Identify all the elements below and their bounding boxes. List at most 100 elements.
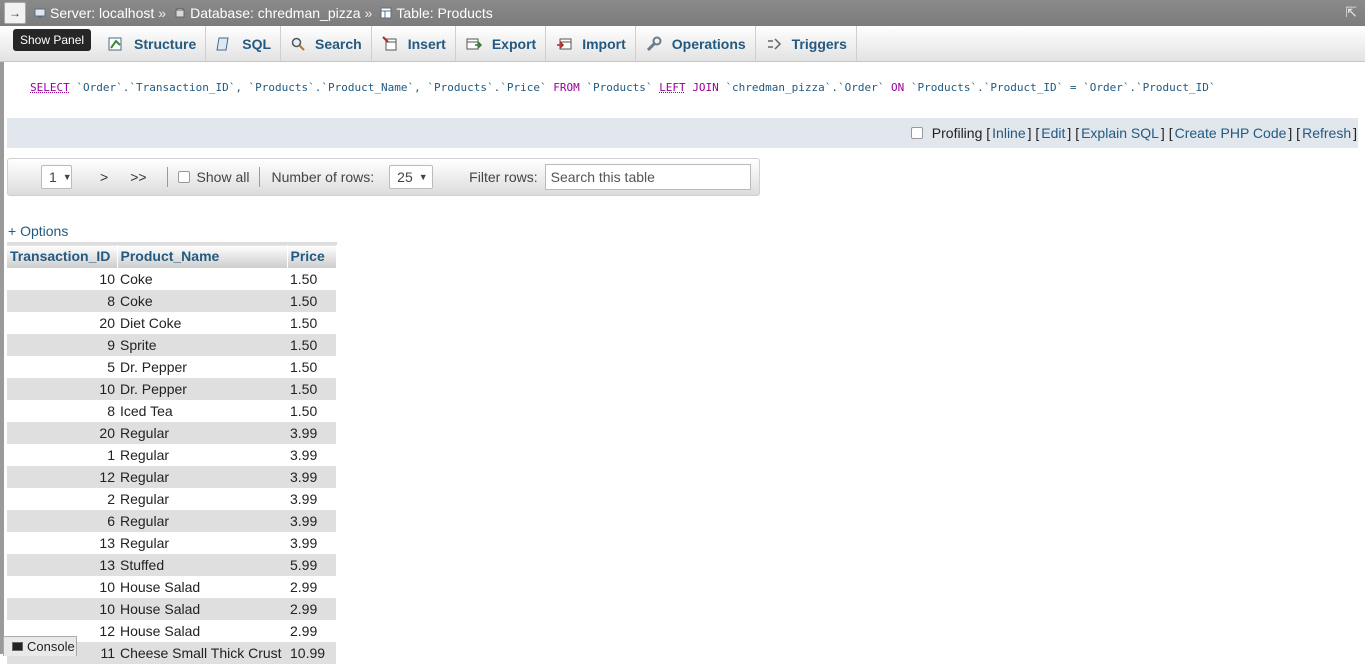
cell-transaction-id[interactable]: 6 bbox=[7, 509, 117, 532]
options-link[interactable]: + Options bbox=[8, 223, 68, 239]
cell-transaction-id[interactable]: 8 bbox=[7, 399, 117, 422]
cell-price[interactable]: 2.99 bbox=[287, 597, 336, 620]
cell-transaction-id[interactable]: 10 bbox=[7, 377, 117, 400]
cell-transaction-id[interactable]: 10 bbox=[7, 267, 117, 290]
cell-transaction-id[interactable]: 13 bbox=[7, 553, 117, 576]
filter-rows-input[interactable]: Search this table bbox=[544, 164, 751, 190]
cell-transaction-id[interactable]: 10 bbox=[7, 597, 117, 620]
cell-price[interactable]: 3.99 bbox=[287, 443, 336, 466]
tab-search[interactable]: Search bbox=[281, 26, 372, 61]
table-row[interactable]: 13 Regular 3.99 bbox=[7, 531, 336, 554]
table-row[interactable]: 20 Diet Coke 1.50 bbox=[7, 311, 336, 334]
nav-toggle-button[interactable]: → bbox=[4, 2, 26, 24]
table-row[interactable]: 13 Stuffed 5.99 bbox=[7, 553, 336, 576]
cell-price[interactable]: 1.50 bbox=[287, 311, 336, 334]
cell-transaction-id[interactable]: 12 bbox=[7, 465, 117, 488]
cell-price[interactable]: 1.50 bbox=[287, 333, 336, 356]
tab-import[interactable]: Import bbox=[546, 26, 636, 61]
table-row[interactable]: 8 Iced Tea 1.50 bbox=[7, 399, 336, 422]
cell-price[interactable]: 5.99 bbox=[287, 553, 336, 576]
cell-transaction-id[interactable]: 20 bbox=[7, 421, 117, 444]
table-row[interactable]: 10 Dr. Pepper 1.50 bbox=[7, 377, 336, 400]
cell-product-name[interactable]: Regular bbox=[117, 487, 287, 510]
cell-transaction-id[interactable]: 9 bbox=[7, 333, 117, 356]
cell-product-name[interactable]: House Salad bbox=[117, 619, 287, 642]
table-row[interactable]: 12 Regular 3.99 bbox=[7, 465, 336, 488]
tab-export[interactable]: Export bbox=[456, 26, 547, 61]
cell-product-name[interactable]: Coke bbox=[117, 289, 287, 312]
tab-triggers[interactable]: Triggers bbox=[756, 26, 857, 61]
cell-price[interactable]: 3.99 bbox=[287, 509, 336, 532]
explain-sql-link[interactable]: Explain SQL bbox=[1081, 125, 1159, 141]
cell-transaction-id[interactable]: 10 bbox=[7, 575, 117, 598]
console-button[interactable]: Console bbox=[3, 636, 77, 656]
cell-price[interactable]: 3.99 bbox=[287, 465, 336, 488]
table-row[interactable]: 1 Regular 3.99 bbox=[7, 443, 336, 466]
cell-product-name[interactable]: Regular bbox=[117, 531, 287, 554]
edit-link[interactable]: Edit bbox=[1041, 125, 1065, 141]
cell-price[interactable]: 1.50 bbox=[287, 289, 336, 312]
cell-price[interactable]: 3.99 bbox=[287, 487, 336, 510]
cell-product-name[interactable]: House Salad bbox=[117, 597, 287, 620]
cell-price[interactable]: 1.50 bbox=[287, 377, 336, 400]
breadcrumb-database[interactable]: Database: chredman_pizza bbox=[174, 5, 361, 21]
last-page-button[interactable]: >> bbox=[130, 169, 146, 185]
cell-price[interactable]: 1.50 bbox=[287, 355, 336, 378]
cell-price[interactable]: 3.99 bbox=[287, 531, 336, 554]
cell-product-name[interactable]: Stuffed bbox=[117, 553, 287, 576]
tab-structure[interactable]: Structure bbox=[98, 26, 207, 61]
cell-product-name[interactable]: Regular bbox=[117, 421, 287, 444]
cell-product-name[interactable]: Sprite bbox=[117, 333, 287, 356]
cell-transaction-id[interactable]: 5 bbox=[7, 355, 117, 378]
profiling-checkbox[interactable] bbox=[910, 127, 923, 139]
cell-transaction-id[interactable]: 20 bbox=[7, 311, 117, 334]
cell-product-name[interactable]: House Salad bbox=[117, 575, 287, 598]
cell-product-name[interactable]: Regular bbox=[117, 443, 287, 466]
cell-transaction-id[interactable]: 13 bbox=[7, 531, 117, 554]
cell-price[interactable]: 2.99 bbox=[287, 575, 336, 598]
cell-product-name[interactable]: Dr. Pepper bbox=[117, 377, 287, 400]
refresh-link[interactable]: Refresh bbox=[1302, 125, 1351, 141]
table-row[interactable]: 5 Dr. Pepper 1.50 bbox=[7, 355, 336, 378]
breadcrumb-server[interactable]: Server: localhost bbox=[34, 5, 154, 21]
cell-price[interactable]: 2.99 bbox=[287, 619, 336, 642]
table-row[interactable]: 2 Regular 3.99 bbox=[7, 487, 336, 510]
column-header-product-name[interactable]: Product_Name bbox=[117, 242, 288, 268]
cell-transaction-id[interactable]: 2 bbox=[7, 487, 117, 510]
cell-product-name[interactable]: Regular bbox=[117, 509, 287, 532]
table-row[interactable]: 10 House Salad 2.99 bbox=[7, 597, 336, 620]
cell-transaction-id[interactable]: 8 bbox=[7, 289, 117, 312]
cell-price[interactable]: 3.99 bbox=[287, 421, 336, 444]
column-header-transaction-id[interactable]: Transaction_ID bbox=[7, 242, 118, 268]
breadcrumb-table[interactable]: Table: Products bbox=[380, 5, 493, 21]
table-row[interactable]: 10 House Salad 2.99 bbox=[7, 575, 336, 598]
cell-product-name[interactable]: Regular bbox=[117, 465, 287, 488]
column-header-price[interactable]: Price bbox=[287, 242, 337, 268]
show-all-checkbox[interactable] bbox=[177, 171, 190, 183]
next-page-button[interactable]: > bbox=[100, 169, 108, 185]
cell-product-name[interactable]: Iced Tea bbox=[117, 399, 287, 422]
sql-keyword-left[interactable]: LEFT bbox=[659, 81, 686, 94]
cell-product-name[interactable]: Cheese Small Thick Crust bbox=[117, 641, 287, 664]
sql-query-box[interactable]: SELECT `Order`.`Transaction_ID`, `Produc… bbox=[7, 62, 1358, 118]
page-select[interactable]: 1 ▼ bbox=[41, 165, 72, 189]
table-row[interactable]: 8 Coke 1.50 bbox=[7, 289, 336, 312]
cell-transaction-id[interactable]: 1 bbox=[7, 443, 117, 466]
cell-product-name[interactable]: Dr. Pepper bbox=[117, 355, 287, 378]
cell-price[interactable]: 10.99 bbox=[287, 641, 336, 664]
table-row[interactable]: 6 Regular 3.99 bbox=[7, 509, 336, 532]
tab-operations[interactable]: Operations bbox=[636, 26, 756, 61]
table-row[interactable]: 9 Sprite 1.50 bbox=[7, 333, 336, 356]
cell-product-name[interactable]: Coke bbox=[117, 267, 287, 290]
sql-keyword-select[interactable]: SELECT bbox=[30, 81, 70, 94]
cell-price[interactable]: 1.50 bbox=[287, 267, 336, 290]
tab-sql[interactable]: SQL bbox=[206, 26, 282, 61]
table-row[interactable]: 20 Regular 3.99 bbox=[7, 421, 336, 444]
collapse-icon[interactable]: ⇱ bbox=[1345, 4, 1357, 21]
tab-insert[interactable]: Insert bbox=[372, 26, 456, 61]
inline-link[interactable]: Inline bbox=[992, 125, 1025, 141]
create-php-code-link[interactable]: Create PHP Code bbox=[1175, 125, 1287, 141]
rows-per-page-select[interactable]: 25 ▼ bbox=[389, 165, 434, 189]
cell-price[interactable]: 1.50 bbox=[287, 399, 336, 422]
cell-product-name[interactable]: Diet Coke bbox=[117, 311, 287, 334]
